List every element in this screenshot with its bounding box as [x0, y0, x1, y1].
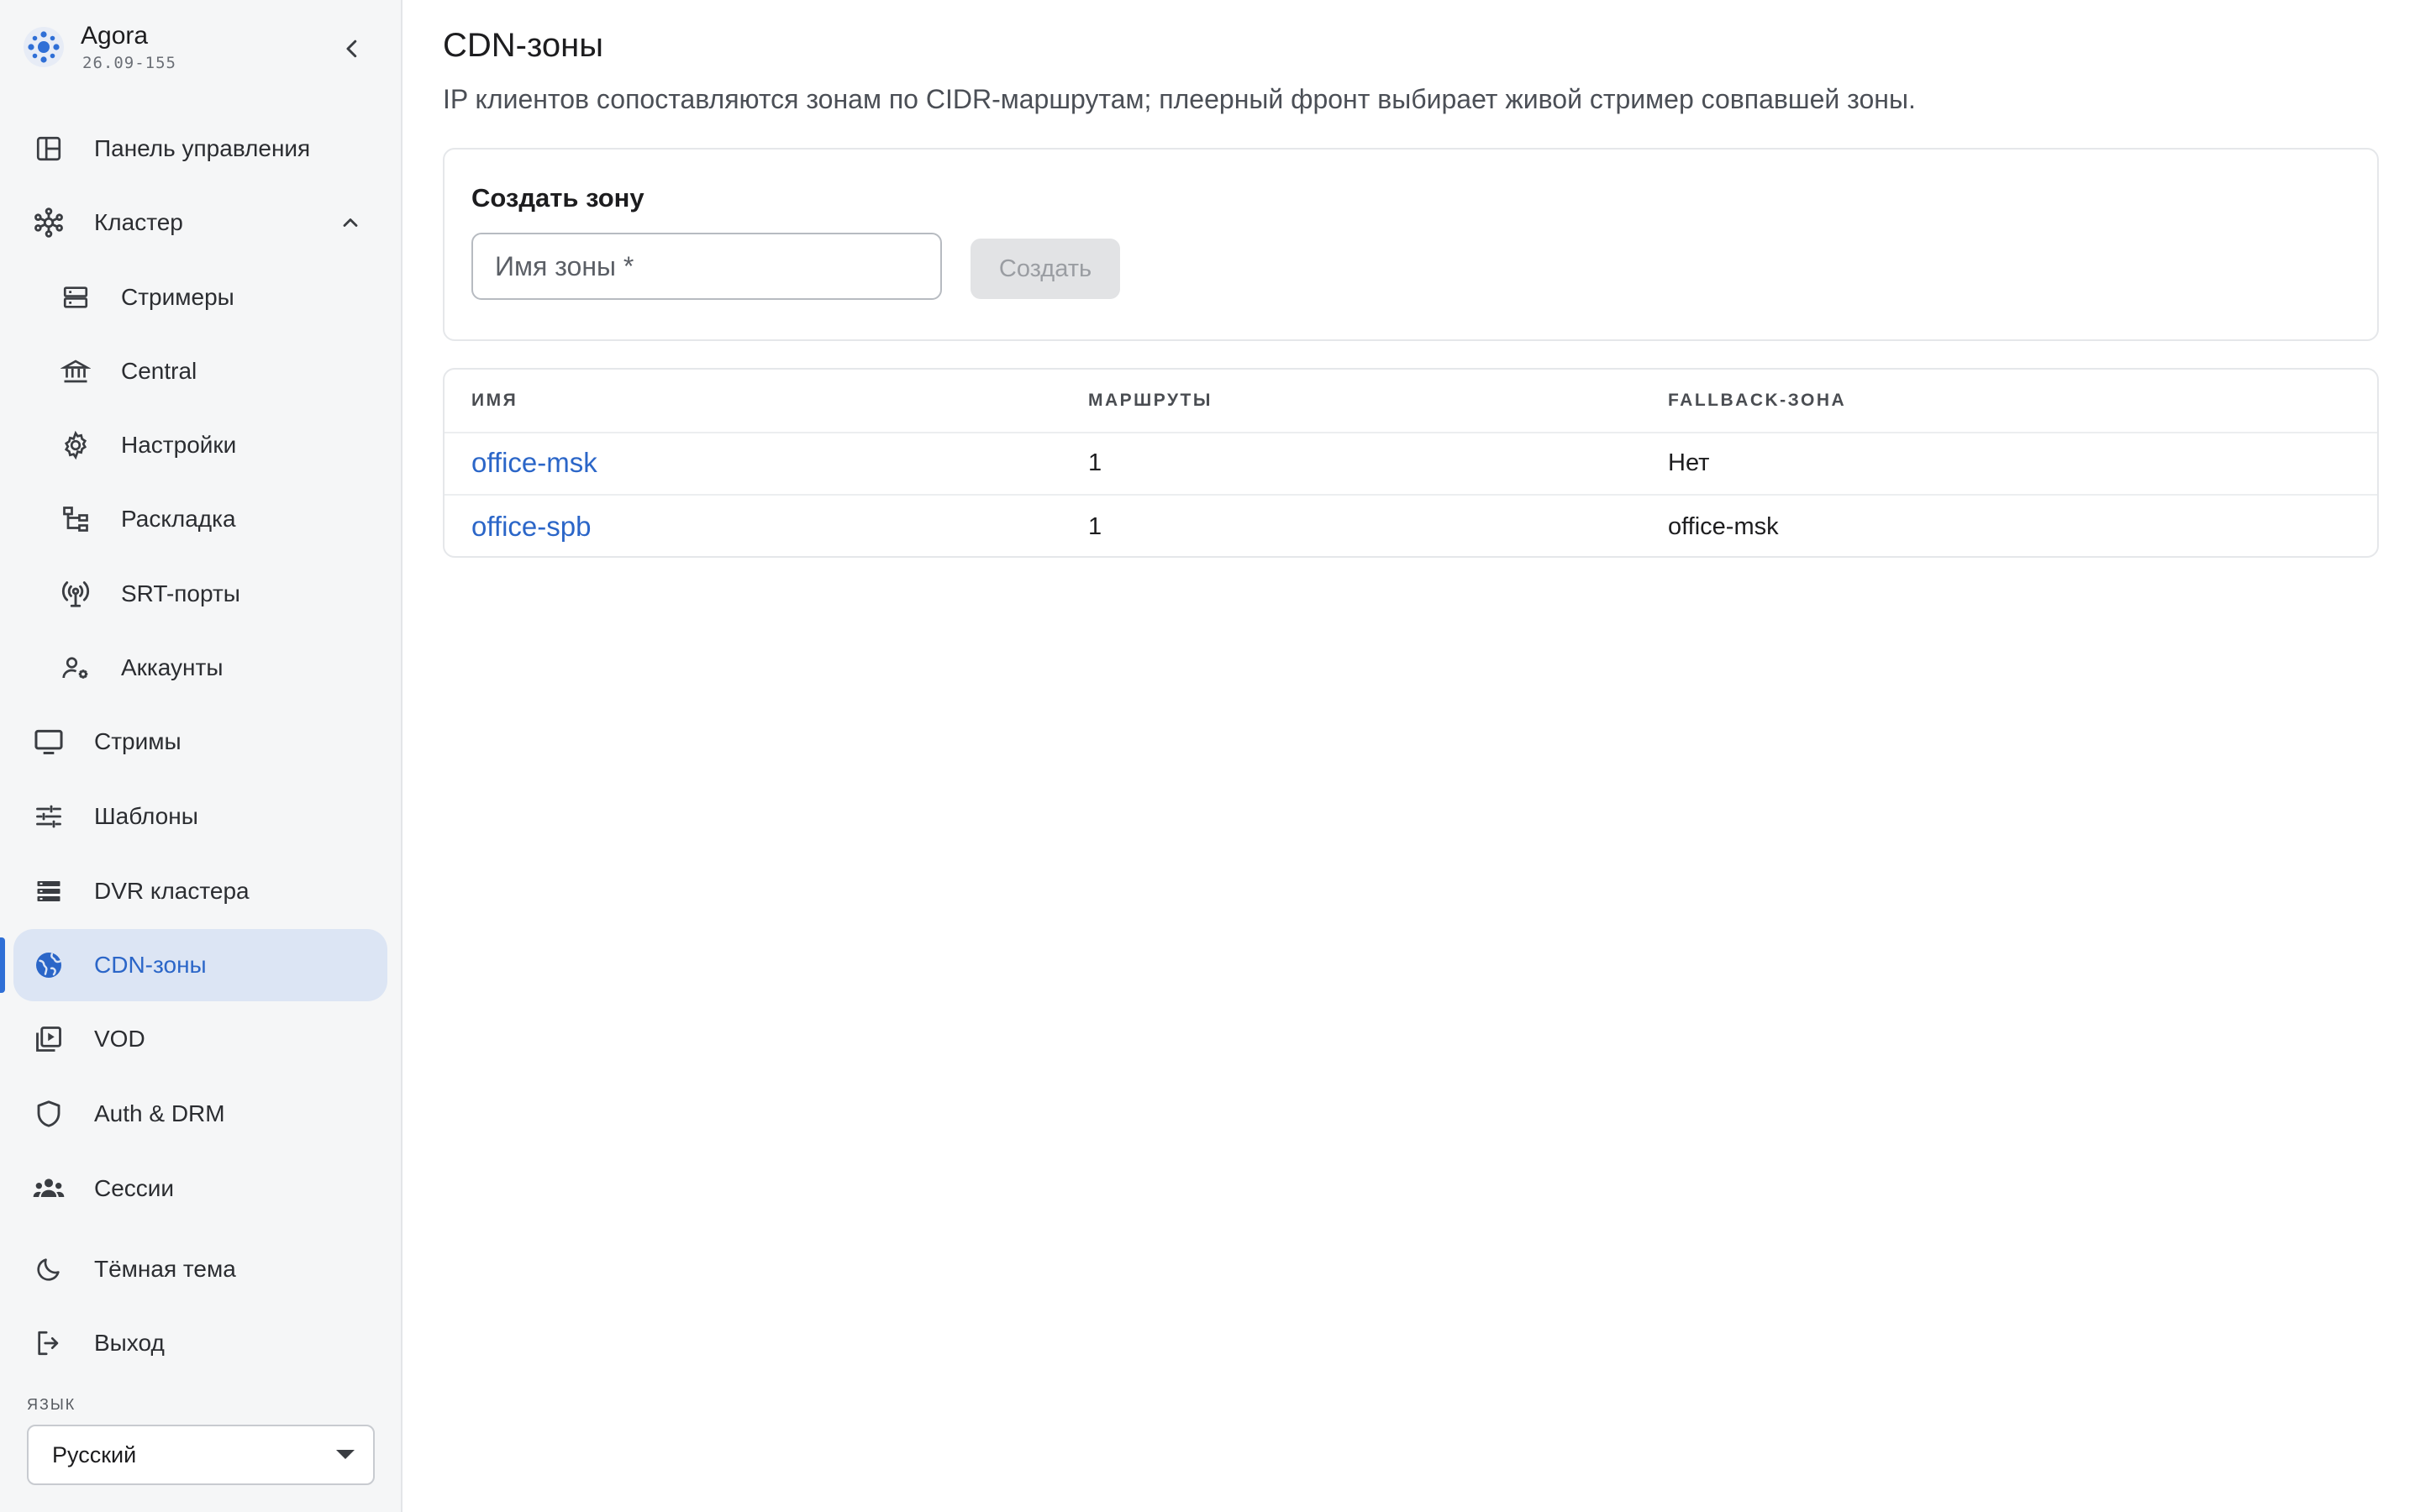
sidebar-item-label: Стримеры [121, 284, 234, 310]
sidebar-item-label: VOD [94, 1026, 145, 1052]
page-title: CDN-зоны [443, 27, 603, 64]
app-name: Agora [81, 22, 149, 50]
sidebar-item-layout[interactable]: Раскладка [13, 483, 387, 555]
sidebar-item-central[interactable]: Central [13, 335, 387, 407]
logout-button[interactable]: Выход [13, 1307, 387, 1379]
fallback-cell: Нет [1668, 449, 1710, 476]
shield-icon [32, 1097, 66, 1131]
app-version: 26.09-155 [82, 54, 176, 72]
sidebar-item-label: Панель управления [94, 135, 311, 161]
create-zone-card: Создать зону Создать [443, 148, 2379, 341]
sidebar-item-cluster-dvr[interactable]: DVR кластера [13, 855, 387, 927]
fallback-cell: office-msk [1668, 512, 1779, 540]
globe-icon [32, 948, 66, 982]
create-zone-button[interactable]: Создать [971, 239, 1120, 299]
collapse-sidebar-button[interactable] [335, 32, 369, 66]
sidebar-item-label: Auth & DRM [94, 1100, 225, 1126]
sidebar-item-label: Кластер [94, 209, 183, 235]
table-header-row: ИМЯ МАРШРУТЫ FALLBACK-ЗОНА [445, 370, 2377, 433]
chevron-up-icon[interactable] [335, 207, 366, 238]
active-indicator [0, 937, 5, 993]
table-row[interactable]: office-msk 1 Нет [445, 432, 2377, 496]
zone-name-cell: office-msk [471, 432, 597, 494]
sidebar-item-label: CDN-зоны [94, 952, 207, 978]
main-content: CDN-зоны IP клиентов сопоставляются зона… [402, 0, 2420, 1512]
bank-icon [59, 354, 92, 388]
sidebar-item-sessions[interactable]: Сессии [13, 1152, 387, 1225]
sidebar-item-label: Central [121, 358, 197, 384]
cluster-icon [32, 206, 66, 239]
logout-icon [32, 1326, 66, 1360]
sidebar-item-label: SRT-порты [121, 580, 240, 606]
sidebar-item-streamers[interactable]: Стримеры [13, 261, 387, 333]
sidebar-item-label: Настройки [121, 432, 237, 458]
agora-logo-icon [24, 27, 64, 67]
sidebar-item-srt-ports[interactable]: SRT-порты [13, 558, 387, 630]
chevron-left-icon [346, 39, 357, 58]
zone-link[interactable]: office-msk [471, 447, 597, 479]
sidebar-item-label: DVR кластера [94, 878, 250, 904]
sidebar-item-label: Раскладка [121, 506, 236, 532]
sidebar-item-cluster[interactable]: Кластер [13, 186, 387, 259]
routes-cell: 1 [1088, 512, 1102, 540]
app-root: Agora 26.09-155 Панель управления Класте… [0, 0, 2420, 1512]
storage-icon [32, 874, 66, 908]
server-icon [59, 281, 92, 314]
column-header-routes[interactable]: МАРШРУТЫ [1088, 370, 1213, 432]
routes-cell: 1 [1088, 449, 1102, 476]
page-subtitle: IP клиентов сопоставляются зонам по CIDR… [443, 84, 1916, 114]
sidebar-item-settings[interactable]: Настройки [13, 409, 387, 481]
gear-icon [59, 428, 92, 462]
dark-theme-toggle[interactable]: Тёмная тема [13, 1233, 387, 1305]
account-settings-icon [59, 651, 92, 685]
sidebar-item-label: Сессии [94, 1175, 175, 1201]
sidebar: Agora 26.09-155 Панель управления Класте… [0, 0, 402, 1512]
users-icon [32, 1172, 66, 1205]
sidebar-item-auth-drm[interactable]: Auth & DRM [13, 1078, 387, 1150]
caret-down-icon [336, 1450, 355, 1459]
zone-link[interactable]: office-spb [471, 511, 591, 543]
layout-tree-icon [59, 502, 92, 536]
zone-name-input[interactable] [471, 233, 942, 300]
zones-table: ИМЯ МАРШРУТЫ FALLBACK-ЗОНА office-msk 1 … [443, 368, 2379, 558]
column-header-fallback[interactable]: FALLBACK-ЗОНА [1668, 370, 1846, 432]
sidebar-item-label: Шаблоны [94, 803, 198, 829]
column-header-name[interactable]: ИМЯ [471, 370, 518, 432]
video-library-icon [32, 1022, 66, 1056]
antenna-icon [59, 577, 92, 611]
monitor-icon [32, 725, 66, 759]
sidebar-item-streams[interactable]: Стримы [13, 706, 387, 778]
language-select[interactable]: Русский [27, 1425, 375, 1485]
language-caption: ЯЗЫК [27, 1396, 76, 1413]
sidebar-item-label: Аккаунты [121, 654, 224, 680]
sliders-icon [32, 800, 66, 833]
sidebar-item-label: Стримы [94, 728, 182, 754]
sidebar-item-accounts[interactable]: Аккаунты [13, 632, 387, 704]
dashboard-icon [32, 132, 66, 165]
sidebar-item-vod[interactable]: VOD [13, 1003, 387, 1075]
sidebar-item-cdn-zones[interactable]: CDN-зоны [13, 929, 387, 1001]
brand-header: Agora 26.09-155 [22, 20, 376, 74]
create-zone-title: Создать зону [471, 183, 644, 213]
zone-name-cell: office-spb [471, 496, 591, 556]
table-row[interactable]: office-spb 1 office-msk [445, 496, 2377, 556]
dark-theme-label: Тёмная тема [94, 1256, 236, 1282]
language-value: Русский [52, 1441, 137, 1467]
logout-label: Выход [94, 1330, 165, 1356]
moon-icon [32, 1252, 66, 1286]
sidebar-item-templates[interactable]: Шаблоны [13, 780, 387, 853]
sidebar-item-dashboard[interactable]: Панель управления [13, 113, 387, 185]
